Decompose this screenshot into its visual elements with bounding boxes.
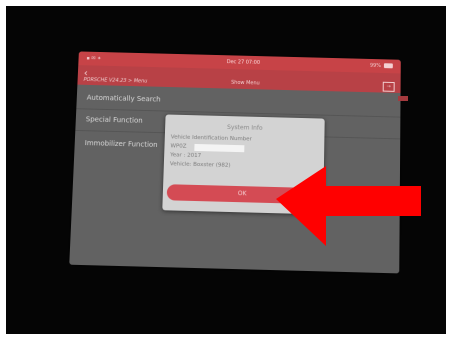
- status-icons: ▪ ✉ ✦: [86, 55, 102, 62]
- menu-item-automatically-search[interactable]: Automatically Search: [86, 89, 285, 112]
- vin-redaction: [194, 143, 245, 153]
- photo: ▪ ✉ ✦ Dec 27 07:00 99% ‹ PORSCHE V24.23 …: [6, 6, 446, 334]
- vin-value: WP0Z: [170, 143, 187, 150]
- battery-icon: [383, 63, 393, 69]
- breadcrumb: PORSCHE V24.23 > Menu: [83, 76, 148, 85]
- red-arrow-icon: [276, 166, 421, 246]
- battery-percent: 99%: [369, 62, 381, 70]
- vin-label: Vehicle Identification Number: [170, 134, 252, 143]
- device-indicator: [398, 96, 408, 101]
- dialog-title: System Info: [226, 123, 263, 132]
- photo-frame: ▪ ✉ ✦ Dec 27 07:00 99% ‹ PORSCHE V24.23 …: [0, 0, 451, 339]
- page-title: Show Menu: [231, 79, 260, 87]
- vehicle-text: Vehicle: Boxster (982): [169, 161, 231, 169]
- status-datetime: Dec 27 07:00: [226, 59, 261, 66]
- year-text: Year : 2017: [170, 152, 202, 160]
- exit-icon[interactable]: →: [382, 81, 395, 92]
